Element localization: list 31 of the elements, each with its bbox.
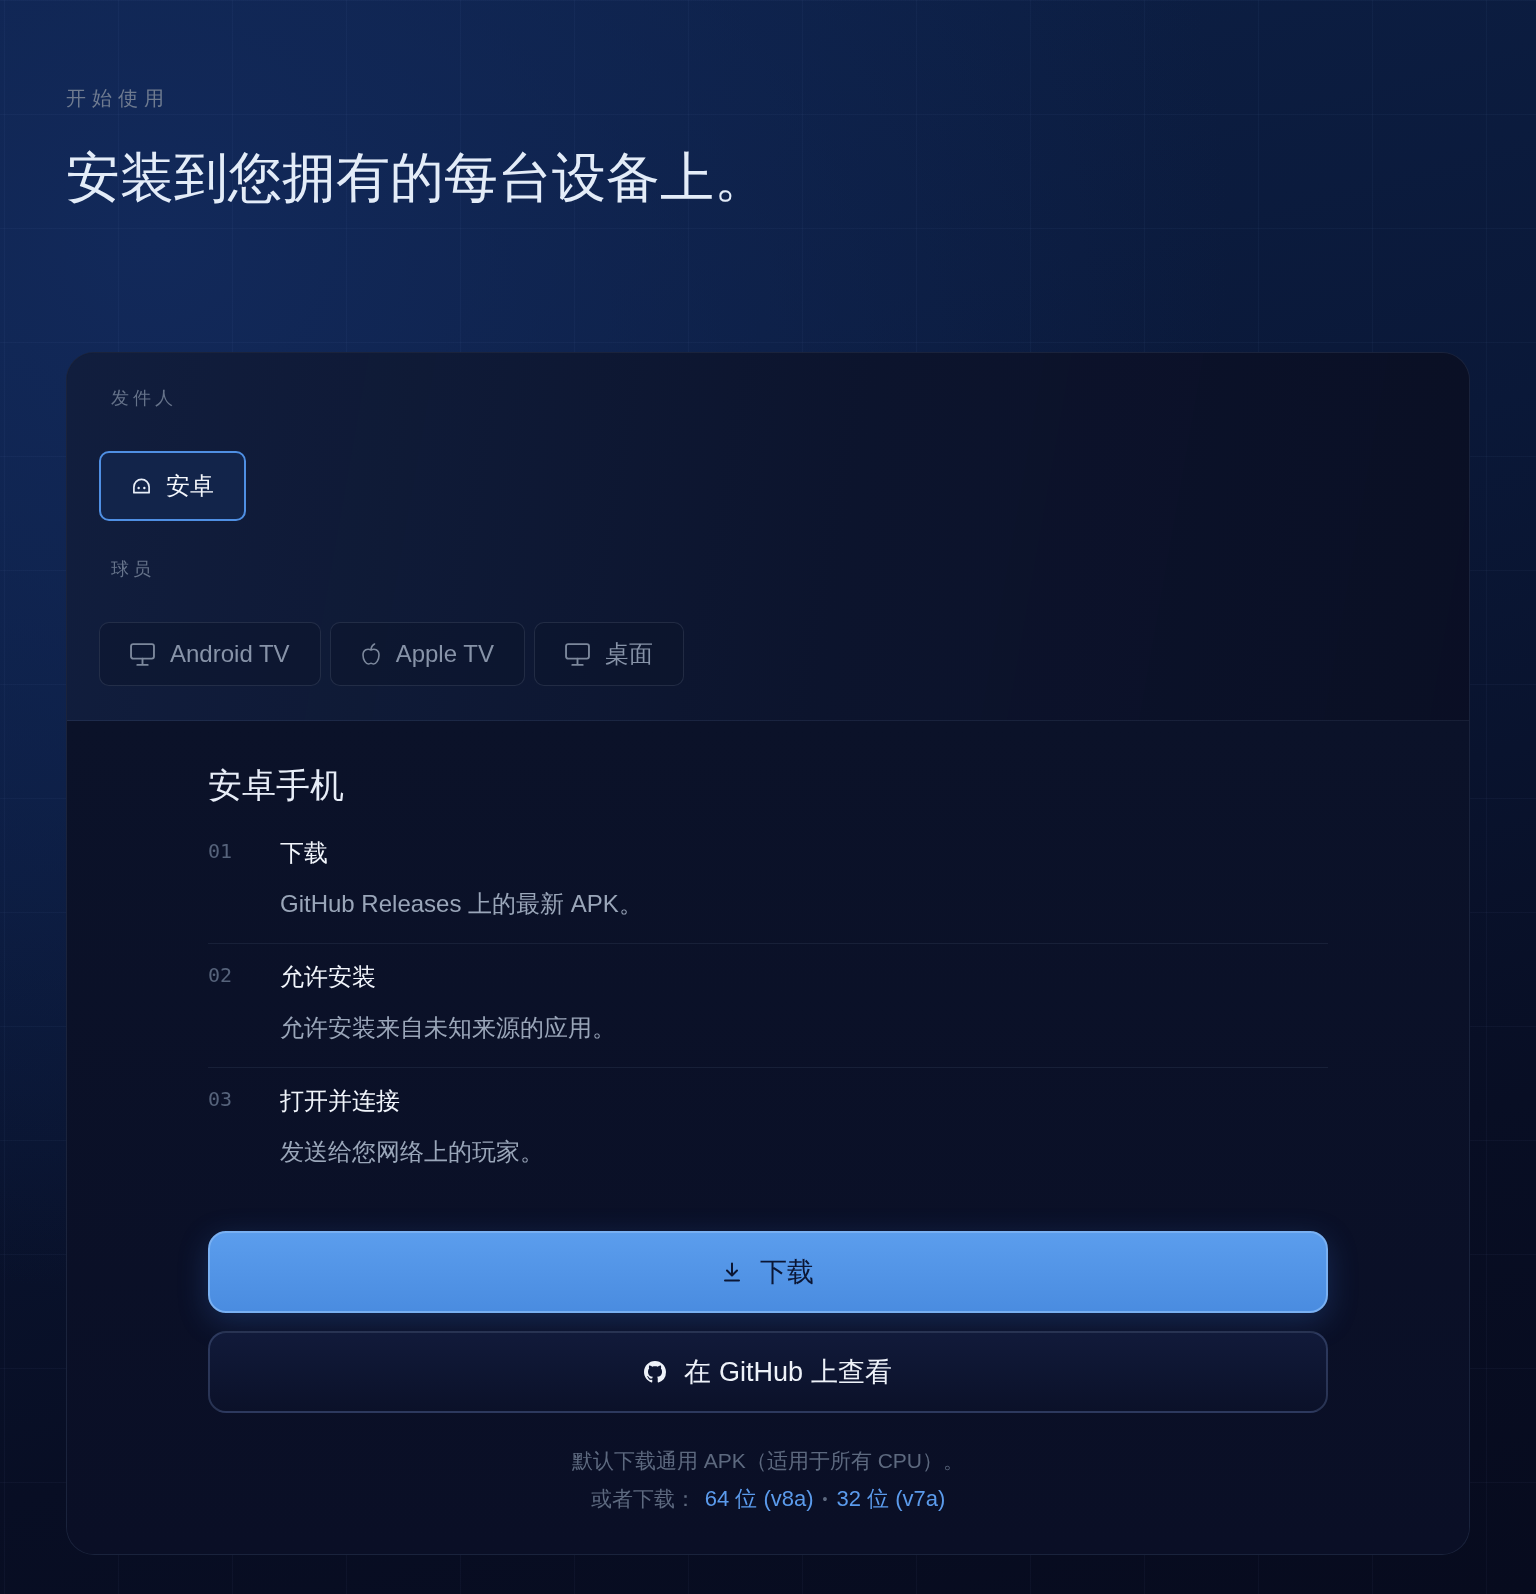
platform-option[interactable]: 安卓 — [99, 451, 246, 521]
step-title: 下载 — [280, 838, 328, 868]
step-title: 允许安装 — [280, 962, 376, 992]
platform-option[interactable]: Apple TV — [329, 622, 525, 686]
monitor-icon — [564, 642, 590, 666]
robot-head-icon — [132, 478, 151, 494]
step-description: 允许安装来自未知来源的应用。 — [280, 1013, 616, 1043]
step-number: 02 — [208, 962, 233, 989]
step-description: GitHub Releases 上的最新 APK。 — [280, 889, 643, 919]
platform-heading: 安卓手机 — [208, 765, 344, 806]
platform-option[interactable]: 桌面 — [533, 622, 684, 686]
step-number: 03 — [208, 1086, 233, 1113]
download-link[interactable]: 64 位 (v8a) — [704, 1480, 814, 1518]
step-description: 发送给您网络上的玩家。 — [280, 1137, 544, 1167]
step-number: 01 — [208, 838, 233, 865]
download-link[interactable]: 32 位 (v7a) — [836, 1480, 946, 1518]
download-icon — [722, 1262, 742, 1282]
download-note: 默认下载通用 APK（适用于所有 CPU）。 — [572, 1448, 964, 1474]
github-icon — [644, 1361, 667, 1383]
download-button[interactable]: 下载 — [208, 1231, 1328, 1313]
platform-option[interactable]: Android TV — [99, 622, 321, 686]
view-on-github-button[interactable]: 在 GitHub 上查看 — [208, 1331, 1328, 1413]
alternative-downloads-label: 或者下载： — [590, 1486, 696, 1512]
group-label: 发件人 — [111, 387, 177, 410]
page-title: 安装到您拥有的每台设备上。 — [66, 146, 768, 209]
apple-icon — [360, 643, 381, 665]
step-title: 打开并连接 — [280, 1086, 400, 1116]
group-label: 球员 — [111, 558, 155, 581]
separator-bullet: • — [822, 1490, 828, 1509]
section-eyebrow: 开始使用 — [66, 86, 170, 110]
monitor-icon — [130, 642, 155, 666]
